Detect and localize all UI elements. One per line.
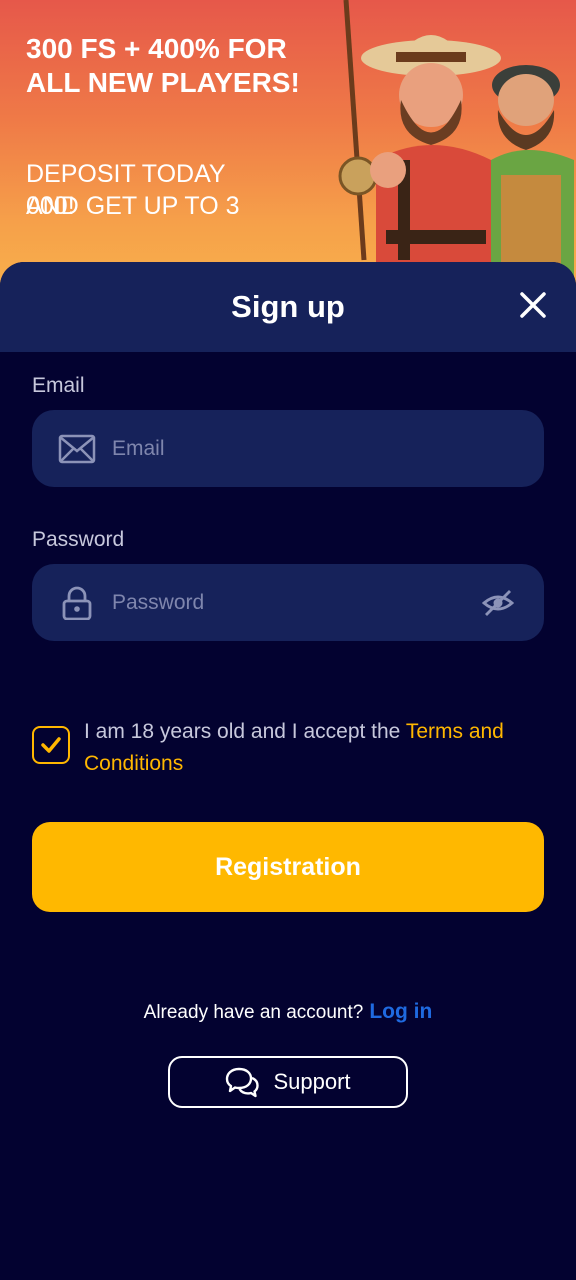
consent-text: I am 18 years old and I accept the Terms… — [84, 716, 544, 780]
promo-subtitle: DEPOSIT TODAY AND GET UP TO 3 000! — [26, 158, 276, 220]
registration-button[interactable]: Registration — [32, 822, 544, 912]
eye-off-icon[interactable] — [482, 589, 514, 617]
promo-title: 300 FS + 400% FOR ALL NEW PLAYERS! — [26, 33, 300, 98]
email-input[interactable] — [112, 436, 544, 461]
consent-checkbox[interactable] — [32, 726, 70, 764]
email-field[interactable] — [32, 410, 544, 487]
signup-sheet: Sign up Email Password — [0, 262, 576, 1280]
login-row: Already have an account? Log in — [0, 1000, 576, 1024]
promo-subtitle-line2b: 000! — [26, 192, 75, 220]
signup-title: Sign up — [231, 289, 345, 324]
envelope-icon — [58, 434, 96, 463]
login-link[interactable]: Log in — [369, 1000, 432, 1023]
password-field[interactable] — [32, 564, 544, 641]
fishermen-illustration — [338, 0, 574, 300]
promo-subtitle-line1: DEPOSIT TODAY — [26, 160, 226, 188]
lock-icon — [62, 586, 92, 620]
chat-bubbles-icon — [226, 1067, 260, 1098]
checkmark-icon — [41, 737, 61, 753]
password-label: Password — [32, 528, 125, 551]
consent-label: I am 18 years old and I accept the — [84, 720, 406, 743]
close-icon[interactable] — [518, 290, 548, 320]
password-input[interactable] — [112, 590, 482, 615]
login-prompt: Already have an account? — [143, 1002, 364, 1023]
promo-banner[interactable]: 300 FS + 400% FOR ALL NEW PLAYERS! DEPOS… — [0, 0, 576, 300]
email-label: Email — [32, 374, 85, 397]
signup-header: Sign up — [0, 262, 576, 352]
age-consent: I am 18 years old and I accept the Terms… — [32, 716, 544, 780]
support-label: Support — [273, 1069, 351, 1094]
support-button[interactable]: Support — [168, 1056, 408, 1108]
